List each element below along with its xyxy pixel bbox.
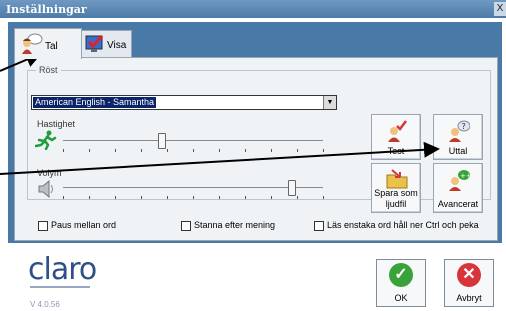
tab-tal[interactable]: Tal — [14, 28, 82, 59]
annotation-arrow-advanced — [0, 141, 440, 175]
speaking-person-icon — [22, 33, 43, 54]
tab-tal-label: Tal — [45, 41, 58, 52]
